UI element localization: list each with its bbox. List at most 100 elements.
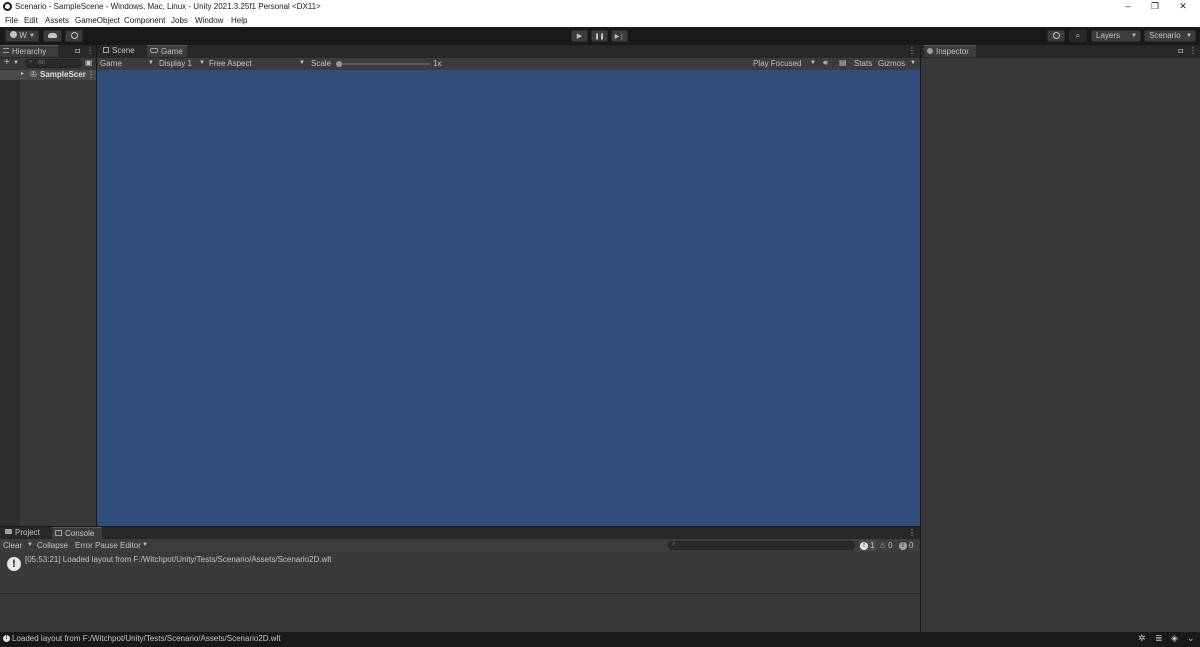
collapse-button[interactable]: Collapse bbox=[37, 541, 68, 550]
scene-filter-icon[interactable]: ▣ bbox=[85, 58, 93, 67]
warning-toggle[interactable]: ⚠ 0 bbox=[879, 540, 896, 551]
menu-component[interactable]: Component bbox=[124, 16, 165, 25]
error-count: 0 bbox=[909, 541, 914, 550]
info-count: 1 bbox=[870, 541, 875, 550]
lock-icon[interactable]: ㅁ bbox=[1177, 46, 1184, 57]
chevron-down-icon: ▼ bbox=[299, 60, 305, 66]
step-button[interactable]: ▶❘ bbox=[611, 30, 628, 42]
lock-icon[interactable]: ㅁ bbox=[74, 46, 81, 57]
unity-scene-icon: ✇ bbox=[30, 70, 37, 79]
pause-icon: ❚❚ bbox=[594, 34, 605, 40]
play-focused-dropdown[interactable]: Play Focused ▼ bbox=[753, 59, 817, 69]
cache-server-icon[interactable]: ≣ bbox=[1155, 633, 1163, 644]
layout-dropdown[interactable]: Scenario ▼ bbox=[1144, 30, 1196, 42]
view-dropdown[interactable]: Game ▼ bbox=[100, 59, 155, 69]
gizmos-dropdown[interactable]: Gizmos ▼ bbox=[878, 59, 918, 69]
game-tab-label: Game bbox=[161, 47, 183, 56]
account-icon bbox=[10, 31, 17, 39]
scene-tab-label: Scene bbox=[112, 46, 135, 55]
console-toolbar: Clear ▼ Collapse Error Pause Editor ▼ ⌕ … bbox=[0, 539, 920, 552]
game-viewport[interactable] bbox=[97, 70, 920, 526]
info-icon bbox=[927, 47, 933, 54]
error-toggle[interactable]: ! 0 bbox=[899, 540, 917, 551]
close-button[interactable]: ✕ bbox=[1170, 0, 1196, 14]
display-dropdown[interactable]: Display 1 ▼ bbox=[159, 59, 206, 69]
more-options-icon[interactable]: ⋮ bbox=[1189, 46, 1197, 55]
undo-history-button[interactable] bbox=[1047, 30, 1065, 42]
tab-inspector[interactable]: Inspector bbox=[924, 45, 976, 57]
account-dropdown[interactable]: W ▼ bbox=[5, 30, 39, 42]
inspector-tab-label: Inspector bbox=[936, 47, 969, 56]
menu-window[interactable]: Window bbox=[195, 16, 223, 25]
warning-icon: ⚠ bbox=[879, 541, 887, 550]
chevron-down-icon: ▼ bbox=[1131, 33, 1137, 39]
menu-help[interactable]: Help bbox=[231, 16, 247, 25]
scale-slider-handle[interactable] bbox=[336, 61, 342, 67]
hierarchy-tab-strip: Hierarchy ㅁ ⋮ bbox=[0, 45, 96, 58]
expand-arrow-icon[interactable]: ▸ bbox=[21, 70, 24, 77]
scene-grid-icon bbox=[103, 46, 109, 53]
search-icon: ⌕ bbox=[29, 59, 33, 65]
view-dropdown-label: Game bbox=[100, 59, 122, 68]
chevron-down-icon[interactable]: ▼ bbox=[142, 542, 148, 548]
layers-label: Layers bbox=[1096, 31, 1121, 40]
menu-edit[interactable]: Edit bbox=[24, 16, 38, 25]
chevron-down-icon[interactable]: ▼ bbox=[13, 60, 19, 66]
scale-slider[interactable] bbox=[338, 63, 430, 65]
hierarchy-toolbar: + ▼ ⌕ All ▣ bbox=[0, 57, 96, 69]
editor-dropdown[interactable]: Editor bbox=[120, 541, 141, 550]
game-toolbar: Game ▼ Display 1 ▼ Free Aspect ▼ Scale 1… bbox=[97, 58, 920, 70]
info-icon: ! bbox=[3, 635, 10, 642]
tab-console[interactable]: Console bbox=[52, 527, 102, 539]
bug-icon[interactable]: ✲ bbox=[1138, 633, 1146, 644]
console-icon bbox=[55, 529, 62, 536]
maximize-button[interactable]: ❐ bbox=[1142, 0, 1168, 14]
hierarchy-scene-row[interactable]: ▸ ✇ SampleScer ⋮ bbox=[0, 70, 96, 80]
console-search-input[interactable]: ⌕ bbox=[668, 541, 855, 550]
window-title: Scenario - SampleScene - Windows, Mac, L… bbox=[15, 2, 321, 11]
hierarchy-tab-label: Hierarchy bbox=[12, 47, 47, 56]
play-button[interactable]: ▶ bbox=[571, 30, 588, 42]
clear-button[interactable]: Clear bbox=[3, 541, 22, 550]
menu-gameobject[interactable]: GameObject bbox=[75, 16, 120, 25]
pause-button[interactable]: ❚❚ bbox=[591, 30, 608, 42]
tab-scene[interactable]: Scene bbox=[100, 45, 144, 57]
menu-jobs[interactable]: Jobs bbox=[171, 16, 188, 25]
layers-dropdown[interactable]: Layers ▼ bbox=[1091, 30, 1141, 42]
more-options-icon[interactable]: ⋮ bbox=[908, 528, 916, 537]
more-options-icon[interactable]: ⋮ bbox=[86, 46, 94, 55]
search-button[interactable]: ⌕ bbox=[1069, 30, 1087, 42]
hierarchy-search-input[interactable]: ⌕ All bbox=[25, 59, 82, 68]
more-options-icon[interactable]: ⋮ bbox=[908, 46, 916, 55]
gizmos-label: Gizmos bbox=[878, 59, 906, 68]
minimize-button[interactable]: – bbox=[1115, 0, 1141, 14]
collab-button[interactable] bbox=[65, 30, 83, 42]
chevron-circle-icon[interactable]: ⌄ bbox=[1187, 633, 1195, 644]
status-message[interactable]: Loaded layout from F:/Witchpot/Unity/Tes… bbox=[12, 634, 281, 643]
keyboard-icon[interactable]: ▤ bbox=[839, 58, 847, 67]
console-log-entry[interactable]: ! [05:53:21] Loaded layout from F:/Witch… bbox=[0, 552, 920, 594]
error-pause-button[interactable]: Error Pause bbox=[75, 541, 118, 550]
tab-hierarchy[interactable]: Hierarchy bbox=[0, 45, 58, 57]
stats-button[interactable]: Stats bbox=[854, 59, 872, 68]
audio-icon[interactable]: 🔊︎ bbox=[823, 58, 828, 68]
cloud-button[interactable] bbox=[43, 30, 62, 42]
info-toggle[interactable]: ! 1 bbox=[859, 540, 876, 551]
chevron-down-icon: ▼ bbox=[1186, 33, 1192, 39]
unity-logo-icon bbox=[3, 2, 12, 11]
menu-file[interactable]: File bbox=[5, 16, 18, 25]
more-options-icon[interactable]: ⋮ bbox=[87, 70, 95, 79]
account-label: W bbox=[19, 31, 27, 40]
inspector-tab-strip: Inspector ㅁ ⋮ bbox=[921, 45, 1200, 58]
menu-assets[interactable]: Assets bbox=[45, 16, 69, 25]
menu-bar: File Edit Assets GameObject Component Jo… bbox=[0, 14, 1200, 27]
aspect-dropdown[interactable]: Free Aspect ▼ bbox=[209, 59, 306, 69]
tab-game[interactable]: Game bbox=[147, 45, 187, 57]
tab-project[interactable]: Project bbox=[2, 527, 50, 539]
history-icon bbox=[1052, 32, 1060, 39]
add-button[interactable]: + bbox=[4, 57, 10, 68]
chevron-down-icon[interactable]: ▼ bbox=[27, 542, 33, 548]
gamepad-icon bbox=[150, 48, 158, 54]
scene-item-label: SampleScer bbox=[40, 70, 86, 79]
layers-icon[interactable]: ◈ bbox=[1171, 633, 1178, 644]
